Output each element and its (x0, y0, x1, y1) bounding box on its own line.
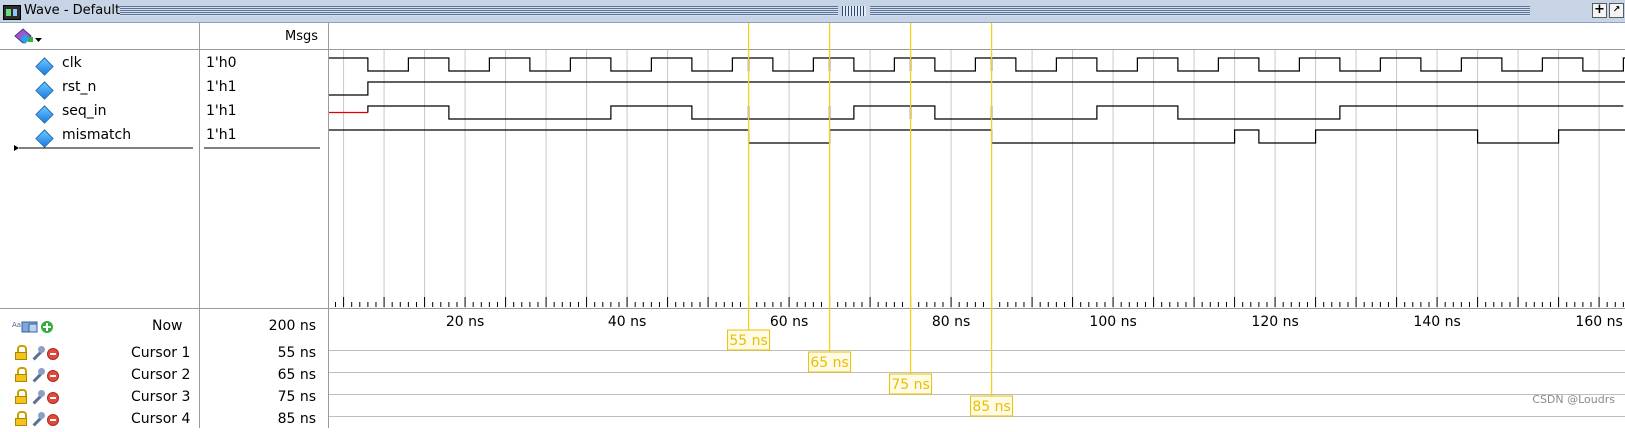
timeline-tick-label: 120 ns (1251, 314, 1298, 330)
cursor-time-label[interactable]: 55 ns (729, 333, 767, 349)
cursor-label[interactable]: Cursor 1 (131, 345, 190, 361)
cursor-label[interactable]: Cursor 3 (131, 389, 190, 405)
title-bar-stripe-right (870, 6, 1530, 16)
cursor-value[interactable]: 85 ns (278, 411, 316, 427)
cursor-remove-icon[interactable] (47, 370, 59, 382)
timeline-tick-label: 80 ns (932, 314, 970, 330)
undock-button[interactable]: ↗ (1609, 3, 1624, 18)
waveform-canvas[interactable]: 20 ns 40 ns 60 ns 80 ns 100 ns 120 ns 140 ns 16… (329, 23, 1625, 428)
signal-value-clk[interactable]: 1'h0 (206, 55, 237, 71)
cursor-values-region: 200 ns 55 ns 65 ns 75 ns 85 ns (200, 308, 328, 429)
waveform-pane[interactable]: 20 ns 40 ns 60 ns 80 ns 100 ns 120 ns 140 ns 16… (329, 23, 1625, 428)
timeline-tick-label: 100 ns (1089, 314, 1136, 330)
signal-name-mismatch[interactable]: mismatch (62, 127, 131, 143)
cursor-time-label[interactable]: 85 ns (972, 399, 1010, 415)
signal-names-pane: clk rst_n seq_in mismatch Aa Now Cursor 1 Cu… (0, 23, 200, 428)
cursor-time-label[interactable]: 75 ns (891, 377, 929, 393)
cursor-value[interactable]: 65 ns (278, 367, 316, 383)
drag-grip-icon[interactable] (842, 6, 866, 16)
wave-mismatch[interactable] (329, 129, 1625, 144)
values-header: Msgs (200, 23, 328, 50)
cursor-names-region: Aa Now Cursor 1 Cursor 2 Cursor 3 Cursor 4 (0, 308, 199, 429)
signal-value-seq_in[interactable]: 1'h1 (206, 103, 237, 119)
wave-seq-in[interactable] (367, 105, 1624, 120)
signal-diamond-icon (35, 105, 54, 124)
signal-name-seq_in[interactable]: seq_in (62, 103, 107, 119)
cursor-wrench-icon[interactable] (32, 346, 45, 359)
cursor-remove-icon[interactable] (47, 414, 59, 426)
wave-rst-n[interactable] (329, 81, 1625, 96)
signal-diamond-icon (35, 81, 54, 100)
signal-value-rst_n[interactable]: 1'h1 (206, 79, 237, 95)
cursor-toolbar-icons[interactable]: Aa (12, 319, 60, 335)
signal-name-clk[interactable]: clk (62, 55, 82, 71)
cursor-lock-icon[interactable] (15, 367, 27, 382)
cursor-lock-icon[interactable] (15, 411, 27, 426)
cursor-remove-icon[interactable] (47, 392, 59, 404)
cursor-remove-icon[interactable] (47, 348, 59, 360)
wave-clk[interactable] (329, 57, 1625, 72)
cursor-lock-icon[interactable] (15, 345, 27, 360)
cursor-label[interactable]: Cursor 2 (131, 367, 190, 383)
timeline-tick-label: 140 ns (1413, 314, 1460, 330)
cursor-wrench-icon[interactable] (32, 368, 45, 381)
now-value: 200 ns (268, 318, 316, 334)
watermark: CSDN @Loudrs (1532, 393, 1615, 406)
signal-diamond-icon (35, 57, 54, 76)
cursor-value[interactable]: 55 ns (278, 345, 316, 361)
timeline-tick-label: 40 ns (608, 314, 646, 330)
signal-value-mismatch[interactable]: 1'h1 (206, 127, 237, 143)
wave-window-icon (3, 5, 21, 20)
cursor-value[interactable]: 75 ns (278, 389, 316, 405)
wave-tools-icon[interactable] (12, 27, 42, 47)
wave-window: Wave - Default + ↗ clk rst_n seq_inmismatc… (0, 0, 1625, 428)
value-divider (204, 147, 320, 149)
dock-plus-button[interactable]: + (1592, 3, 1607, 18)
cursor-time-label[interactable]: 65 ns (810, 355, 848, 371)
cursor-label[interactable]: Cursor 4 (131, 411, 190, 427)
title-bar[interactable]: Wave - Default + ↗ (0, 0, 1625, 23)
timeline-tick-label: 60 ns (770, 314, 808, 330)
now-label: Now (152, 318, 183, 334)
timeline-tick-label: 160 ns (1575, 314, 1622, 330)
cursor-lock-icon[interactable] (15, 389, 27, 404)
names-header (0, 23, 199, 50)
title-bar-stripe-left (120, 6, 838, 16)
name-divider (14, 145, 193, 151)
svg-text:Aa: Aa (12, 321, 21, 329)
signal-values-pane: Msgs 1'h0 1'h1 1'h1 1'h1 200 ns 55 ns 65 ns 7… (200, 23, 329, 428)
msgs-label: Msgs (284, 29, 318, 44)
window-title: Wave - Default (24, 3, 121, 18)
cursor-wrench-icon[interactable] (32, 412, 45, 425)
cursor-wrench-icon[interactable] (32, 390, 45, 403)
signal-name-rst_n[interactable]: rst_n (62, 79, 96, 95)
timeline-tick-label: 20 ns (446, 314, 484, 330)
